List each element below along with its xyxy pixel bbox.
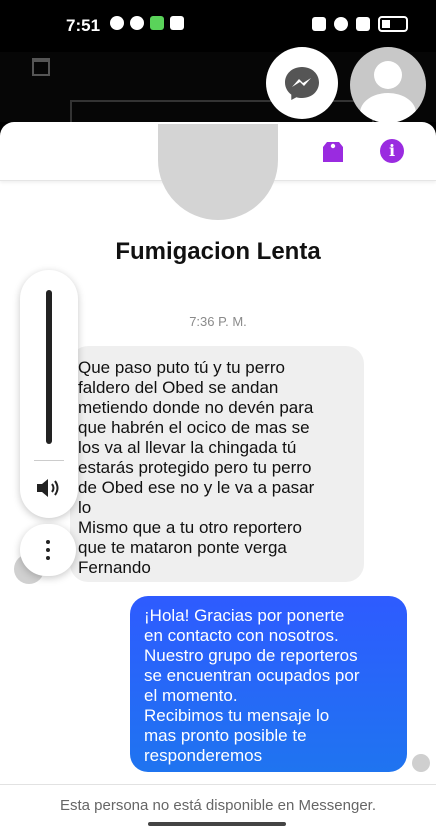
incoming-message-bubble[interactable]: Que paso puto tú y tu perro faldero del … [70,346,364,582]
nfc-icon [312,17,326,31]
volume-divider [34,460,64,461]
more-vertical-icon[interactable] [20,524,76,576]
volume-slider[interactable] [46,290,52,444]
home-indicator[interactable] [148,822,286,826]
status-bar: 7:51 [0,0,436,52]
signal-icon [356,17,370,31]
messenger-icon [285,67,319,100]
wifi-icon [334,17,348,31]
contact-chat-head-avatar[interactable] [350,47,426,123]
info-icon[interactable]: i [380,139,404,163]
volume-icon[interactable] [35,477,63,499]
outgoing-message-bubble[interactable]: ¡Hola! Gracias por ponerte en contacto c… [130,596,407,772]
contact-profile-picture[interactable] [158,124,278,220]
read-receipt-avatar [412,754,430,772]
facebook-notification-icon [130,16,144,30]
messenger-notification-icon [110,16,124,30]
tag-icon[interactable] [322,140,344,164]
contact-name: Fumigacion Lenta [115,238,321,265]
composer-unavailable-bar: Esta persona no está disponible en Messe… [0,784,436,840]
battery-icon [378,16,408,32]
trash-icon [32,58,50,76]
image-notification-icon [170,16,184,30]
unavailable-notice: Esta persona no está disponible en Messe… [59,797,377,814]
messenger-chat-head[interactable] [266,47,338,119]
volume-panel [20,270,78,518]
app-notification-icon [150,16,164,30]
notification-icons [110,16,184,30]
status-time: 7:51 [66,16,101,35]
system-status-icons [312,16,408,32]
